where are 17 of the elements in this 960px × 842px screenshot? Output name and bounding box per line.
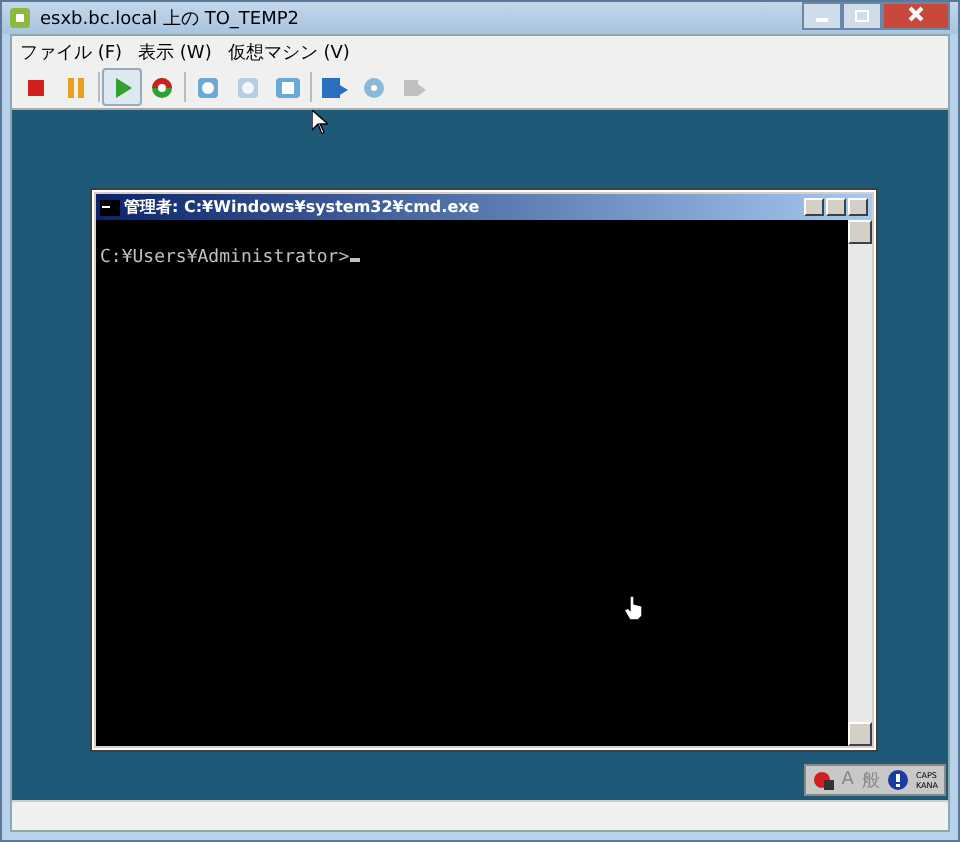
window-title: esxb.bc.local 上の TO_TEMP2 [40,7,300,31]
close-button[interactable] [882,2,950,30]
pointer-icon [312,110,328,134]
vm-icon [8,6,32,30]
menu-item[interactable]: 表示 (W) [138,39,212,65]
close-icon [908,6,924,22]
ime-icon[interactable] [811,770,834,790]
menu-item[interactable]: 仮想マシン (V) [227,39,350,65]
cursor-mark [349,258,360,262]
console-line: C:¥Users¥Administrator> [100,248,350,268]
console-title: 管理者: C:¥Windows¥system32¥cmd.exe [124,196,480,218]
hand-icon [624,594,644,620]
console-icon [100,199,120,215]
maximize-icon [854,9,870,21]
play-button[interactable] [102,68,142,106]
scrollbar[interactable] [848,220,872,746]
menu-item[interactable]: ファイル (F) [20,39,123,65]
